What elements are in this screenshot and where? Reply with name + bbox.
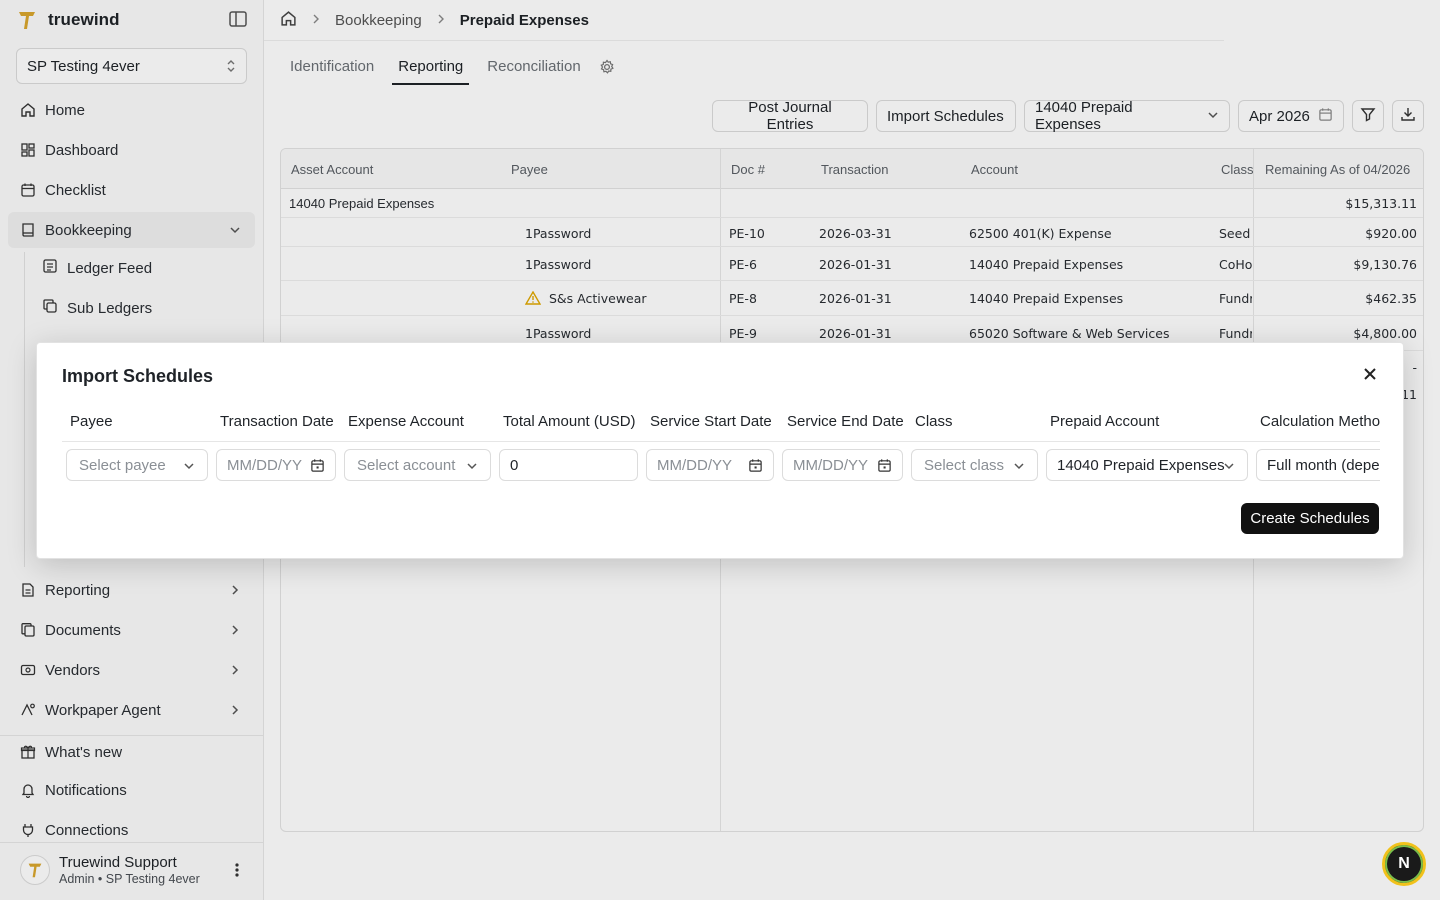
column-header: Transaction Date [220, 413, 334, 430]
chevron-down-icon [466, 459, 478, 476]
payee-select[interactable]: Select payee [66, 449, 208, 481]
expense-account-select[interactable]: Select account [344, 449, 491, 481]
import-schedules-dialog: Import Schedules Payee Transaction Date … [36, 342, 1404, 559]
calculation-method-value: Full month (deper [1267, 456, 1380, 474]
total-amount-input[interactable]: 0 [499, 449, 638, 481]
calendar-icon[interactable] [748, 458, 763, 477]
prepaid-account-select[interactable]: 14040 Prepaid Expenses [1046, 449, 1248, 481]
create-schedules-button[interactable]: Create Schedules [1241, 503, 1379, 534]
chevron-down-icon [1013, 459, 1025, 476]
calculation-method-select[interactable]: Full month (deper [1256, 449, 1380, 481]
class-placeholder: Select class [924, 456, 1005, 474]
chevron-down-icon [183, 459, 195, 476]
total-amount-value: 0 [510, 456, 519, 474]
column-header: Service Start Date [650, 413, 772, 430]
column-header: Total Amount (USD) [503, 413, 636, 430]
transaction-date-input[interactable]: MM/DD/YY [216, 449, 336, 481]
calendar-icon[interactable] [310, 458, 325, 477]
column-header: Service End Date [787, 413, 904, 430]
service-end-placeholder: MM/DD/YY [793, 456, 868, 474]
column-header: Expense Account [348, 413, 464, 430]
service-start-placeholder: MM/DD/YY [657, 456, 732, 474]
calendar-icon[interactable] [877, 458, 892, 477]
transaction-date-placeholder: MM/DD/YY [227, 456, 302, 474]
import-grid-header: Payee Transaction Date Expense Account T… [62, 405, 1380, 442]
column-header: Calculation Metho [1260, 413, 1380, 430]
chevron-down-icon [1223, 459, 1235, 476]
service-end-date-input[interactable]: MM/DD/YY [782, 449, 903, 481]
payee-placeholder: Select payee [79, 456, 166, 474]
close-icon[interactable] [1363, 367, 1379, 383]
assistant-launcher-button[interactable]: N [1382, 842, 1426, 886]
class-select[interactable]: Select class [911, 449, 1038, 481]
column-header: Payee [70, 413, 113, 430]
import-grid: Payee Transaction Date Expense Account T… [62, 405, 1380, 489]
column-header: Prepaid Account [1050, 413, 1160, 430]
service-start-date-input[interactable]: MM/DD/YY [646, 449, 774, 481]
prepaid-account-value: 14040 Prepaid Expenses [1057, 456, 1225, 474]
assistant-launcher-label: N [1398, 855, 1410, 872]
dialog-title: Import Schedules [62, 366, 214, 386]
column-header: Class [915, 413, 953, 430]
expense-account-placeholder: Select account [357, 456, 456, 474]
